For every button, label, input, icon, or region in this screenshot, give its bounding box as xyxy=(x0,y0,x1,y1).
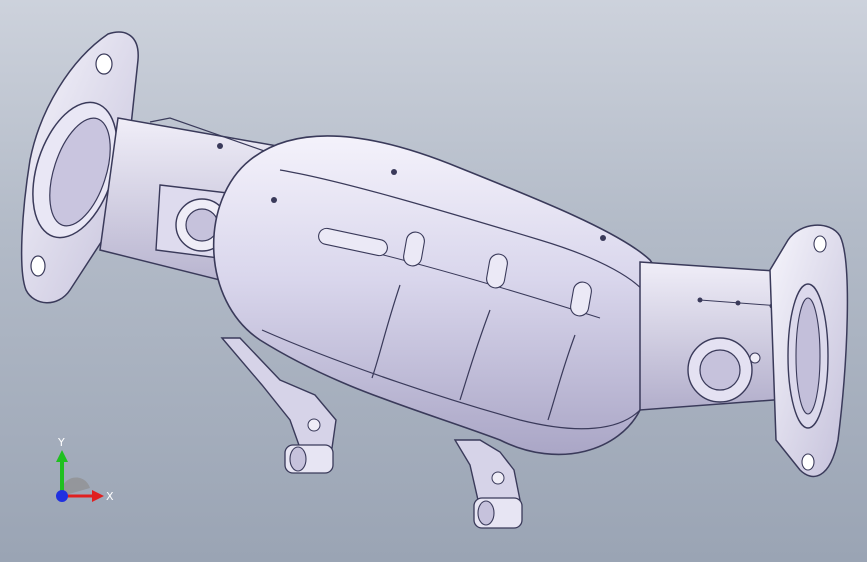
graphics-viewport[interactable]: Y X xyxy=(0,0,867,562)
y-axis-label: Y xyxy=(57,436,65,449)
coordinate-triad: Y X xyxy=(56,436,114,503)
z-axis-dot xyxy=(56,490,68,502)
outlet-flange[interactable] xyxy=(769,224,849,478)
y-axis-arrow xyxy=(56,450,68,462)
catalytic-converter-model[interactable] xyxy=(0,0,867,562)
mounting-bracket-right[interactable] xyxy=(453,439,523,529)
x-axis-arrow xyxy=(92,490,104,502)
x-axis-label: X xyxy=(106,490,114,503)
